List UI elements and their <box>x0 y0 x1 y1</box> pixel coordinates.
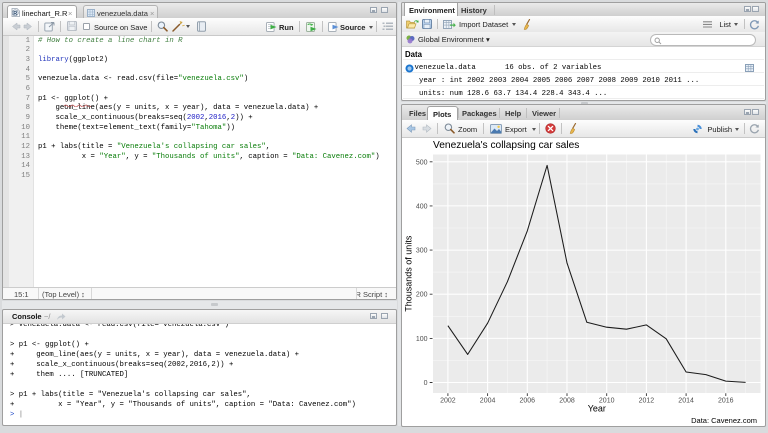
svg-text:R: R <box>13 11 17 17</box>
